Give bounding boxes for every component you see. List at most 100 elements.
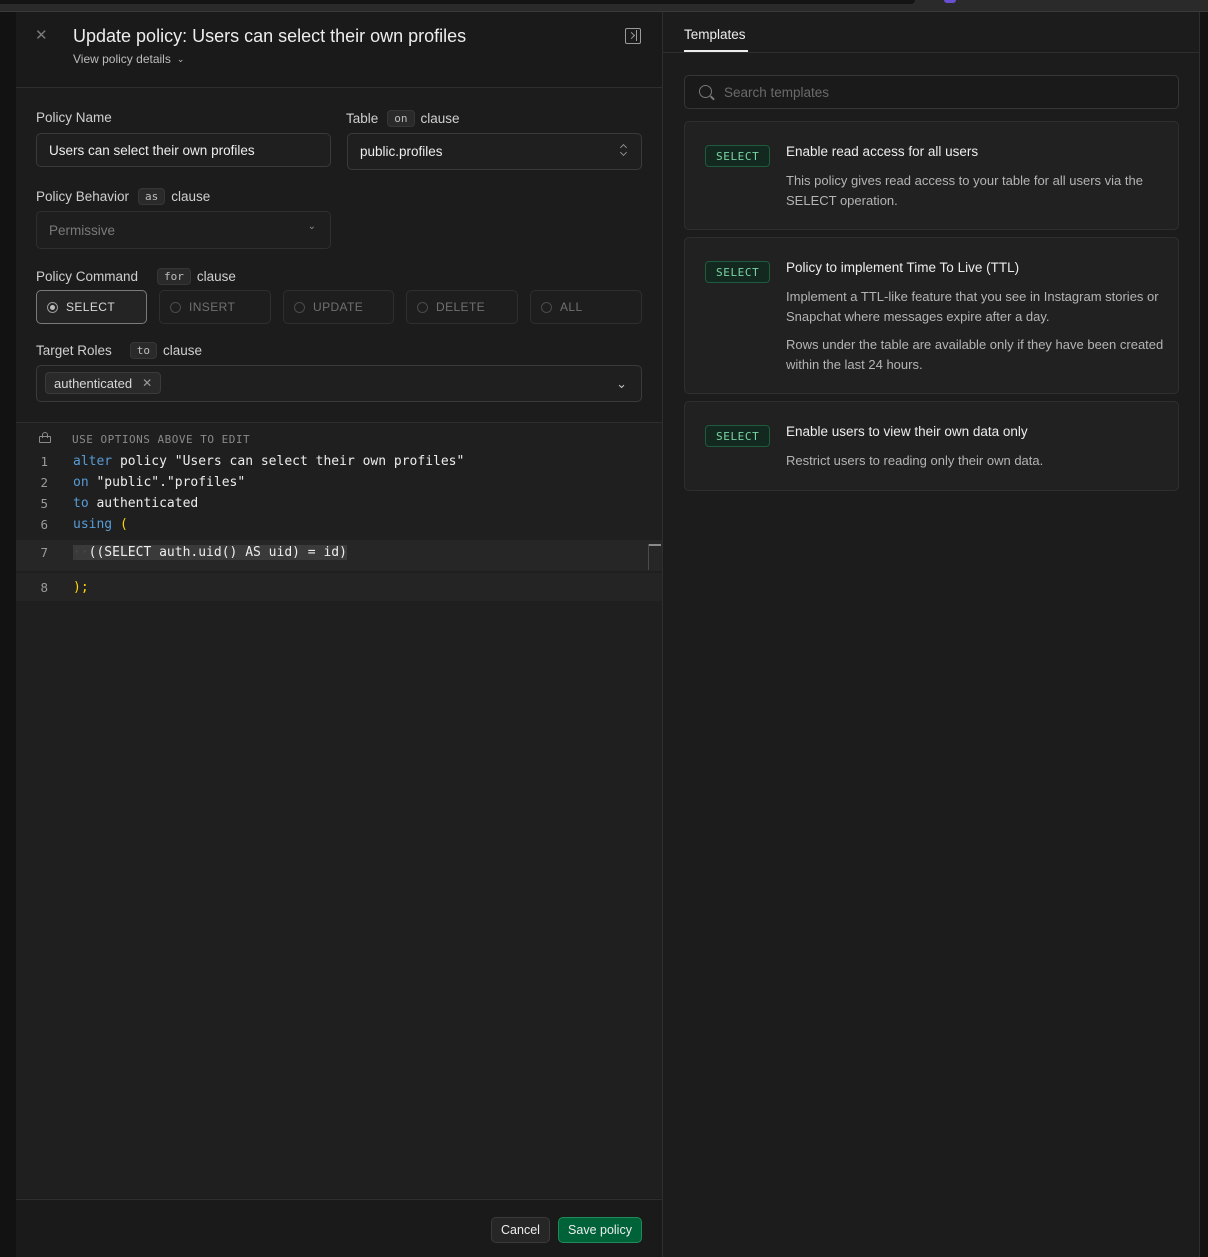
roles-label-text: Target Roles	[36, 343, 112, 358]
template-description: Restrict users to reading only their own…	[786, 451, 1166, 471]
template-title: Enable users to view their own data only	[786, 424, 1028, 439]
behavior-label-text: Policy Behavior	[36, 189, 130, 204]
command-option-label: DELETE	[436, 300, 486, 314]
tabs-divider	[663, 52, 1199, 53]
cancel-button[interactable]: Cancel	[491, 1217, 550, 1243]
command-option-update[interactable]: UPDATE	[283, 290, 394, 324]
line-number: 8	[40, 580, 48, 595]
view-policy-details-toggle[interactable]: View policy details ⌄	[73, 52, 184, 66]
tab-templates[interactable]: Templates	[684, 27, 746, 42]
template-card[interactable]: SELECT Enable users to view their own da…	[684, 401, 1179, 491]
template-description: This policy gives read access to your ta…	[786, 171, 1166, 211]
radio-icon	[541, 301, 552, 313]
template-description-text: This policy gives read access to your ta…	[786, 173, 1143, 208]
template-description-text: Rows under the table are available only …	[786, 337, 1164, 372]
templates-panel: Templates SELECT Enable read access for …	[663, 12, 1199, 1257]
code-line: 2 on "public"."profiles"	[16, 472, 662, 493]
template-search	[684, 75, 1179, 109]
role-chip-label: authenticated	[54, 375, 133, 391]
policy-name-label: Policy Name	[36, 110, 112, 125]
behavior-select[interactable]: Permissive ⌄	[36, 211, 331, 249]
behavior-label: Policy Behavior as clause	[36, 188, 210, 205]
table-clause-suffix: clause	[420, 111, 460, 126]
roles-label: Target Roles to clause	[36, 342, 202, 359]
command-clause-suffix: clause	[196, 269, 236, 284]
top-bar-indicator	[944, 0, 956, 3]
code-text: ((SELECT auth.uid() AS uid) = id)	[88, 545, 347, 560]
command-option-insert[interactable]: INSERT	[159, 290, 271, 324]
behavior-clause-suffix: clause	[171, 189, 211, 204]
operation-badge: SELECT	[705, 261, 771, 283]
table-clause-code: on	[387, 110, 415, 127]
collapse-panel-icon[interactable]	[625, 28, 641, 44]
details-label: View policy details	[73, 52, 171, 66]
line-number: 2	[40, 475, 48, 490]
code-line: 6 using (	[16, 514, 662, 535]
operation-badge: SELECT	[705, 145, 771, 167]
command-option-label: INSERT	[189, 300, 236, 314]
roles-clause-code: to	[129, 342, 158, 359]
radio-icon	[47, 301, 58, 313]
code-keyword: on	[73, 475, 89, 490]
command-option-select[interactable]: SELECT	[36, 290, 147, 324]
search-icon	[699, 85, 712, 98]
chevron-down-icon: ⌄	[616, 376, 627, 391]
template-title: Policy to implement Time To Live (TTL)	[786, 260, 1020, 275]
line-number: 1	[40, 454, 48, 469]
code-keyword: to	[73, 496, 89, 511]
top-bar-curve	[0, 0, 915, 4]
template-description: Implement a TTL-like feature that you se…	[786, 287, 1166, 375]
policy-name-value: Users can select their own profiles	[49, 142, 255, 158]
command-option-label: SELECT	[66, 300, 116, 314]
line-number: 7	[40, 545, 48, 560]
code-line: 7 ··((SELECT auth.uid() AS uid) = id)	[16, 542, 662, 563]
radio-icon	[294, 301, 305, 313]
code-text: "public"."profiles"	[88, 475, 246, 490]
save-policy-button[interactable]: Save policy	[558, 1217, 642, 1243]
remove-role-icon[interactable]: ✕	[142, 376, 152, 390]
radio-icon	[170, 301, 181, 313]
command-label-text: Policy Command	[36, 269, 139, 284]
roles-clause-suffix: clause	[163, 343, 203, 358]
browser-top-bar	[0, 0, 1208, 12]
code-text: );	[73, 580, 89, 595]
page-title: Update policy: Users can select their ow…	[73, 26, 467, 46]
left-backdrop	[0, 12, 16, 1257]
behavior-clause-code: as	[138, 188, 166, 205]
template-card[interactable]: SELECT Policy to implement Time To Live …	[684, 237, 1179, 394]
policy-name-label-text: Policy Name	[36, 110, 112, 125]
command-label: Policy Command for clause	[36, 268, 236, 285]
policy-editor-panel: ✕ Update policy: Users can select their …	[16, 12, 663, 1257]
line-number: 6	[40, 517, 48, 532]
code-keyword: using	[73, 517, 113, 532]
operation-badge: SELECT	[705, 425, 771, 447]
line-number: 5	[40, 496, 48, 511]
table-value: public.profiles	[360, 144, 443, 159]
code-keyword: alter	[73, 454, 113, 469]
table-label-text: Table	[346, 111, 379, 126]
lock-icon	[39, 432, 51, 443]
search-input[interactable]	[724, 76, 1164, 108]
code-line: 5 to authenticated	[16, 493, 662, 514]
right-backdrop	[1199, 12, 1208, 1257]
code-text: (	[112, 517, 128, 532]
roles-select[interactable]: authenticated ✕ ⌄	[36, 365, 642, 402]
command-option-all[interactable]: ALL	[530, 290, 642, 324]
close-icon[interactable]: ✕	[35, 26, 48, 44]
panel-footer: Cancel Save policy	[16, 1199, 662, 1257]
policy-name-input[interactable]: Users can select their own profiles	[36, 133, 331, 167]
panel-header: ✕ Update policy: Users can select their …	[16, 12, 662, 88]
command-option-delete[interactable]: DELETE	[406, 290, 518, 324]
editor-scroll-marker	[648, 544, 662, 570]
command-option-label: ALL	[560, 300, 583, 314]
behavior-value: Permissive	[49, 222, 116, 238]
template-card[interactable]: SELECT Enable read access for all users …	[684, 121, 1179, 230]
table-label: Table on clause	[346, 110, 460, 127]
command-option-label: UPDATE	[313, 300, 364, 314]
code-line: 8 );	[16, 577, 662, 598]
template-description-text: Implement a TTL-like feature that you se…	[786, 289, 1159, 324]
table-select[interactable]: public.profiles	[347, 133, 642, 170]
code-text: policy "Users can select their own profi…	[112, 454, 465, 469]
sql-editor[interactable]: USE OPTIONS ABOVE TO EDIT 1 alter policy…	[16, 422, 662, 1198]
role-chip: authenticated ✕	[45, 372, 162, 394]
